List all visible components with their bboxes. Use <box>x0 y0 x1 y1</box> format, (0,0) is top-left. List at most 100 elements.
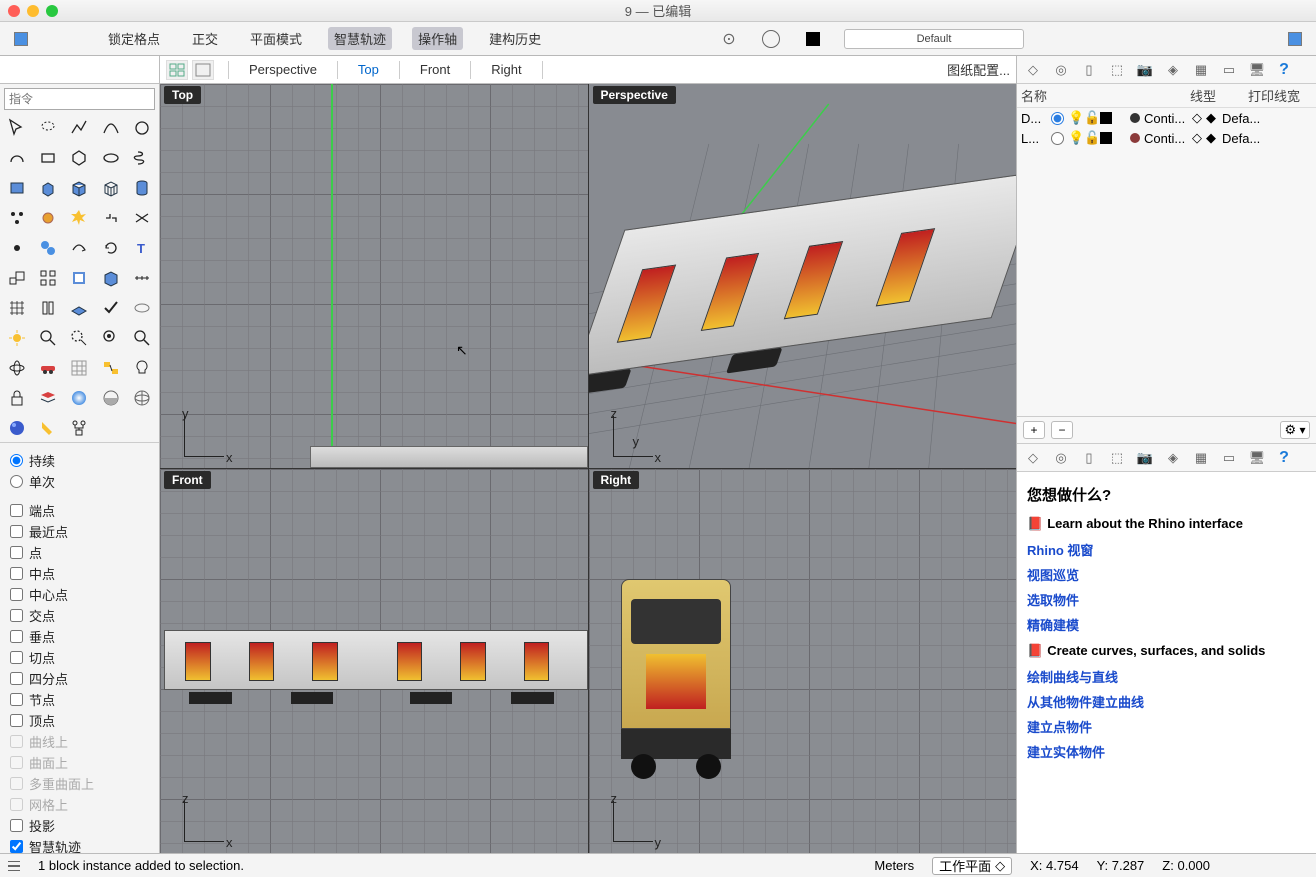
boolean-tool[interactable] <box>97 264 125 292</box>
minimize-window-icon[interactable] <box>27 5 39 17</box>
offset-tool[interactable] <box>65 264 93 292</box>
render-tool[interactable] <box>3 414 31 442</box>
viewport-right[interactable]: Right yz <box>589 469 1017 853</box>
curve-tool[interactable] <box>97 114 125 142</box>
current-layer-select[interactable]: Default <box>844 29 1024 49</box>
point-tool[interactable] <box>3 234 31 262</box>
lock-tool[interactable] <box>3 384 31 412</box>
close-window-icon[interactable] <box>8 5 20 17</box>
smarttrack-toggle[interactable]: 智慧轨迹 <box>328 27 392 50</box>
help-tab2-icon[interactable]: ? <box>1275 449 1293 467</box>
menu-icon[interactable] <box>8 861 20 871</box>
help-link[interactable]: 视图巡览 <box>1027 565 1306 584</box>
osnap-cen[interactable]: 中心点 <box>10 585 149 604</box>
osnap-perp[interactable]: 垂点 <box>10 627 149 646</box>
check-tool[interactable] <box>97 294 125 322</box>
gem-tab-icon[interactable]: ◈ <box>1163 60 1183 80</box>
osnap-mid[interactable]: 中点 <box>10 564 149 583</box>
osnap-smarttrack[interactable]: 智慧轨迹 <box>10 837 149 853</box>
box-tab-icon[interactable]: ⬚ <box>1107 60 1127 80</box>
circle-tool[interactable] <box>128 114 156 142</box>
record-history-toggle[interactable]: 建构历史 <box>483 27 547 50</box>
sidebar-left-toggle-icon[interactable] <box>10 28 32 50</box>
win-tab2-icon[interactable]: ▭ <box>1219 448 1239 468</box>
properties-tab-icon[interactable]: ◎ <box>1051 60 1071 80</box>
grid-array-tool[interactable] <box>3 294 31 322</box>
grid-tab-icon[interactable]: ▦ <box>1191 60 1211 80</box>
add-layer-button[interactable]: + <box>1023 421 1045 439</box>
cylinder-tool[interactable] <box>128 174 156 202</box>
zoom-window-tool[interactable] <box>65 324 93 352</box>
zoom-selected-tool[interactable] <box>97 324 125 352</box>
osnap-knot[interactable]: 节点 <box>10 690 149 709</box>
layer-options-button[interactable]: ⚙ ▾ <box>1280 421 1310 439</box>
polyline-tool[interactable] <box>65 114 93 142</box>
osnap-near[interactable]: 最近点 <box>10 522 149 541</box>
record-icon[interactable] <box>760 28 782 50</box>
help-link[interactable]: 建立点物件 <box>1027 717 1306 736</box>
osnap-oncurve[interactable]: 曲线上 <box>10 732 149 751</box>
copy-tool[interactable] <box>34 234 62 262</box>
grid-icon-tool[interactable] <box>65 354 93 382</box>
osnap-onsurface[interactable]: 曲面上 <box>10 753 149 772</box>
array-tool[interactable] <box>34 264 62 292</box>
osnap-onpolysurf[interactable]: 多重曲面上 <box>10 774 149 793</box>
display-tab-icon[interactable]: 🖥 <box>1247 60 1267 80</box>
osnap-tan[interactable]: 切点 <box>10 648 149 667</box>
doc-tab2-icon[interactable]: ▯ <box>1079 448 1099 468</box>
window-tab-icon[interactable]: ▭ <box>1219 60 1239 80</box>
osnap-persist-radio[interactable]: 持续 <box>10 451 149 470</box>
layers-tool[interactable] <box>34 384 62 412</box>
trim-tool[interactable] <box>128 204 156 232</box>
box-tab2-icon[interactable]: ⬚ <box>1107 448 1127 468</box>
help-link[interactable]: 选取物件 <box>1027 590 1306 609</box>
gumball-toggle[interactable]: 操作轴 <box>412 27 463 50</box>
gem-tab2-icon[interactable]: ◈ <box>1163 448 1183 468</box>
box-tool[interactable] <box>65 174 93 202</box>
command-input[interactable] <box>4 88 155 110</box>
viewport-perspective[interactable]: Perspective xzy <box>589 84 1017 468</box>
help-link[interactable]: 建立实体物件 <box>1027 742 1306 761</box>
shade-tool[interactable] <box>97 384 125 412</box>
join-tool[interactable] <box>97 204 125 232</box>
osnap-end[interactable]: 端点 <box>10 501 149 520</box>
osnap-quad[interactable]: 四分点 <box>10 669 149 688</box>
polygon-tool[interactable] <box>65 144 93 172</box>
rotate-view-tool[interactable] <box>3 354 31 382</box>
cam-tab2-icon[interactable]: 📷 <box>1135 448 1155 468</box>
move-tool[interactable] <box>65 234 93 262</box>
sun-tool[interactable] <box>3 324 31 352</box>
osnap-point[interactable]: 点 <box>10 543 149 562</box>
maximize-window-icon[interactable] <box>46 5 58 17</box>
tab-right[interactable]: Right <box>485 62 527 77</box>
extrude-tool[interactable] <box>34 174 62 202</box>
light-tool[interactable] <box>128 354 156 382</box>
surface-tool[interactable] <box>3 174 31 202</box>
ortho-toggle[interactable]: 正交 <box>186 27 224 50</box>
props-tab2-icon[interactable]: ◎ <box>1051 448 1071 468</box>
tab-top[interactable]: Top <box>352 62 385 77</box>
layout-config[interactable]: 图纸配置... <box>941 60 1016 79</box>
doc-tab-icon[interactable]: ▯ <box>1079 60 1099 80</box>
osnap-project[interactable]: 投影 <box>10 816 149 835</box>
scale-tool[interactable] <box>3 264 31 292</box>
mesh-tool[interactable] <box>97 174 125 202</box>
help-link[interactable]: 从其他物件建立曲线 <box>1027 692 1306 711</box>
grid-snap-toggle[interactable]: 锁定格点 <box>102 27 166 50</box>
osnap-onmesh[interactable]: 网格上 <box>10 795 149 814</box>
sidebar-right-toggle-icon[interactable] <box>1284 28 1306 50</box>
single-view-icon[interactable] <box>192 60 214 80</box>
layer-row[interactable]: L... 💡🔓 Conti...◇ ◆ Defa... <box>1017 128 1316 148</box>
cplane-tool[interactable] <box>65 294 93 322</box>
ellipse-tool[interactable] <box>97 144 125 172</box>
help-tab-icon[interactable]: ? <box>1275 61 1293 79</box>
remove-layer-button[interactable]: − <box>1051 421 1073 439</box>
osnap-vertex[interactable]: 顶点 <box>10 711 149 730</box>
rectangle-tool[interactable] <box>34 144 62 172</box>
grid-tab2-icon[interactable]: ▦ <box>1191 448 1211 468</box>
tab-perspective[interactable]: Perspective <box>243 62 323 77</box>
layer-color-icon[interactable] <box>802 28 824 50</box>
viewport-front[interactable]: Front xz <box>160 469 588 853</box>
osnap-once-radio[interactable]: 单次 <box>10 472 149 491</box>
diagram-tool[interactable] <box>65 414 93 442</box>
